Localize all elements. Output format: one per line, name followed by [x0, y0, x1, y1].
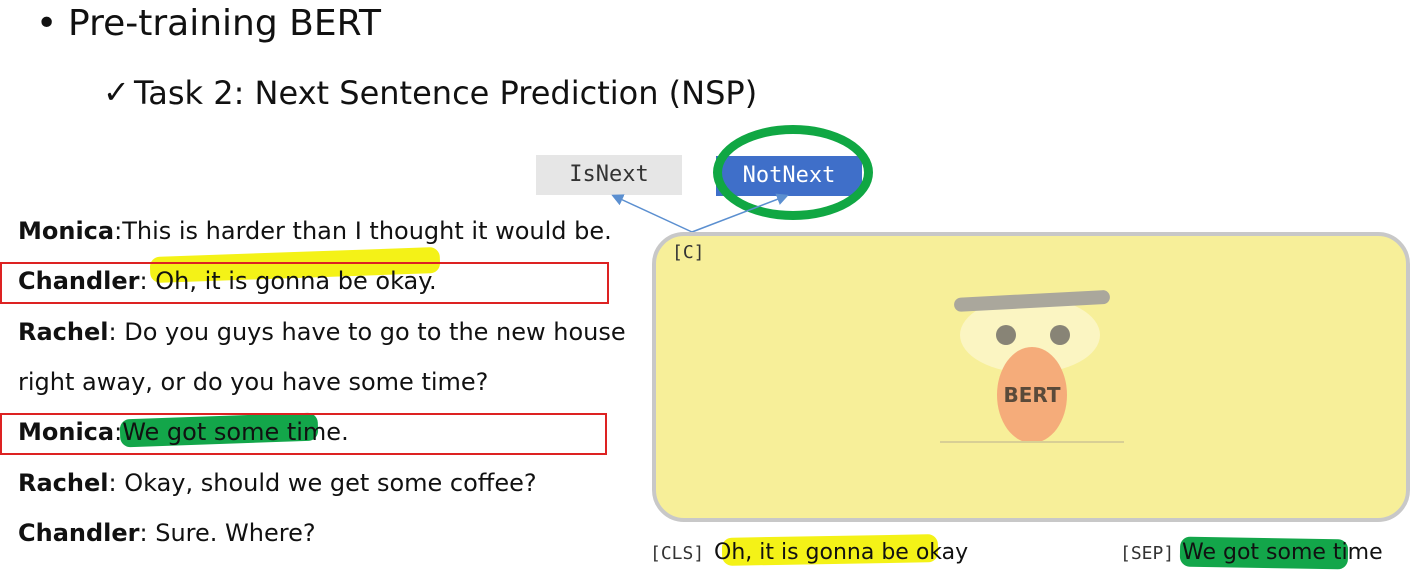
- utterance: right away, or do you have some time?: [18, 368, 489, 396]
- cls-token: [CLS]: [650, 543, 705, 564]
- dialogue-line-5: Monica:We got some time.: [18, 417, 349, 447]
- speaker-name: Rachel: [18, 469, 109, 497]
- dialogue-line-4: right away, or do you have some time?: [18, 367, 488, 397]
- utterance: Sure. Where?: [155, 519, 316, 547]
- utterance: This is harder than I thought it would b…: [122, 217, 612, 245]
- speaker-name: Monica: [18, 418, 115, 446]
- speaker-name: Monica: [18, 217, 115, 245]
- sep-token: [SEP]: [1120, 543, 1175, 564]
- arrow-to-notnext: [691, 193, 789, 233]
- bert-character-icon: [940, 290, 1124, 443]
- dialogue-line-3: Rachel: Do you guys have to go to the ne…: [18, 317, 626, 347]
- utterance: Do you guys have to go to the new house: [124, 318, 626, 346]
- utterance: We got some time.: [122, 418, 349, 446]
- utterance: Okay, should we get some coffee?: [124, 469, 537, 497]
- speaker-separator: :: [108, 318, 125, 346]
- slide-title: Pre-training BERT: [68, 3, 381, 44]
- speaker-separator: :: [114, 418, 123, 446]
- isnext-label: IsNext: [536, 155, 682, 195]
- bert-label: BERT: [1003, 383, 1061, 407]
- speaker-name: Rachel: [18, 318, 109, 346]
- input-sentence-a: Oh, it is gonna be okay: [714, 540, 969, 565]
- speaker-separator: :: [108, 469, 125, 497]
- dialogue-line-2: Chandler: Oh, it is gonna be okay.: [18, 266, 437, 296]
- speaker-name: Chandler: [18, 519, 140, 547]
- speaker-separator: :: [139, 267, 156, 295]
- dialogue-line-6: Rachel: Okay, should we get some coffee?: [18, 468, 537, 498]
- arrow-to-isnext: [611, 194, 693, 233]
- speaker-separator: :: [139, 519, 156, 547]
- check-icon: ✓: [103, 73, 130, 111]
- c-token: [C]: [672, 242, 705, 263]
- title-bullet: •: [36, 3, 58, 44]
- dialogue-line-1: Monica:This is harder than I thought it …: [18, 216, 612, 246]
- input-sentence-b: We got some time: [1182, 540, 1383, 565]
- speaker-name: Chandler: [18, 267, 140, 295]
- utterance: Oh, it is gonna be okay.: [155, 267, 437, 295]
- dialogue-line-7: Chandler: Sure. Where?: [18, 518, 316, 548]
- speaker-separator: :: [114, 217, 123, 245]
- slide-subtitle: Task 2: Next Sentence Prediction (NSP): [134, 74, 758, 112]
